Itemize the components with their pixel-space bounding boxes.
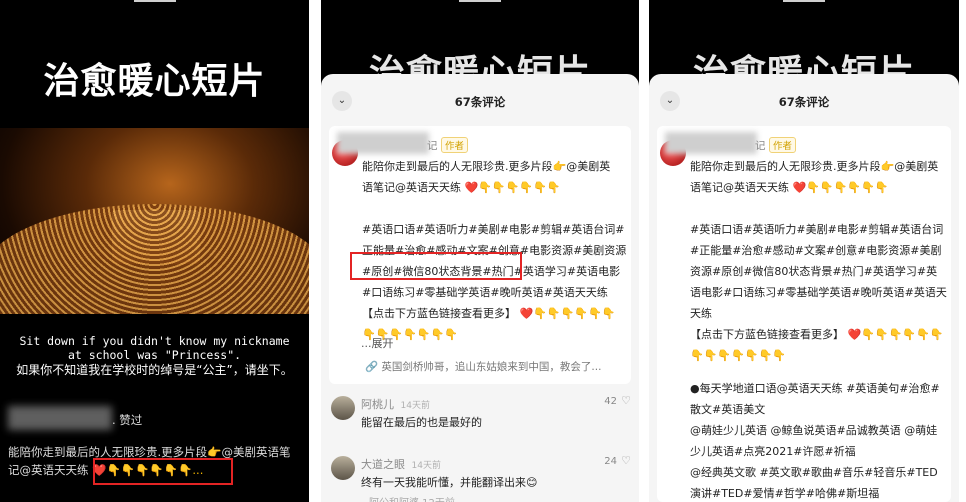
comment-sheet: ⌄ 67条评论 记 作者 能陪你走到最后的人无限珍贵.更多片段👉@美剧英 语笔记… [649, 74, 959, 502]
author-link-text[interactable]: 【点击下方蓝色链接查看更多】 [690, 328, 844, 341]
next-comment-partial: 阿公和阿婆 12天前 [369, 494, 455, 502]
author-badge: 作者 [769, 137, 797, 153]
comment-text: 能留在最后的也是最好的 [361, 416, 482, 429]
like-count: 24 [604, 456, 617, 467]
comment-item: 阿桃儿 14天前 能留在最后的也是最好的 42 ♡ [329, 394, 631, 446]
expanded-line-b[interactable]: @萌娃少儿英语 @鲸鱼说英语#品诚教英语 @萌娃少儿英语#点亮2021#许愿#祈… [690, 420, 947, 462]
comment-time: 14天前 [411, 461, 441, 471]
video-frame-2: 治愈暖心短片 ⌄ 67条评论 记 作者 能陪你走到最后的人无限珍贵.更多片段👉@… [321, 0, 639, 502]
subtitle-english: Sit down if you didn't know my nickname … [0, 334, 309, 362]
drag-handle[interactable] [783, 0, 825, 2]
comment-sheet-header: ⌄ 67条评论 [649, 74, 959, 130]
concert-crowd [0, 204, 309, 314]
expanded-line-a[interactable]: ●每天学地道口语@英语天天练 #英语美句#治愈#散文#英语美文 [690, 378, 947, 420]
caption-line2: 记@英语天天练 [8, 463, 89, 477]
author-badge: 作者 [441, 137, 469, 153]
author-line2: 语笔记@英语天天练 [362, 181, 461, 194]
comment-time: 14天前 [400, 401, 430, 411]
comment-text: 终有一天我能听懂，并能翻译出来😊 [361, 476, 538, 489]
concert-image [0, 128, 309, 314]
subtitle-english-line2: at school was "Princess". [67, 348, 242, 362]
author-line2: 语笔记@英语天天练 [690, 181, 789, 194]
heart-icon[interactable]: ♡ [621, 454, 631, 467]
comment-author[interactable]: 阿桃儿 14天前 [361, 396, 430, 412]
liked-label: . 赞过 [112, 413, 143, 427]
video-frame-1: 治愈暖心短片 Sit down if you didn't know my ni… [0, 0, 309, 502]
author-line2-row: 语笔记@英语天天练 ❤️👇👇👇👇👇👇 [362, 177, 627, 198]
heart-icon[interactable]: ♡ [621, 394, 631, 407]
blurred-username [8, 406, 112, 430]
avatar[interactable] [331, 396, 355, 420]
author-line2-row: 语笔记@英语天天练 ❤️👇👇👇👇👇👇 [690, 177, 947, 198]
highlight-box [93, 458, 233, 485]
like-count: 42 [604, 396, 617, 407]
comment-sheet-header: ⌄ 67条评论 [321, 74, 639, 130]
comment-author[interactable]: 大道之眼 14天前 [361, 456, 441, 472]
comment-count: 67条评论 [778, 95, 830, 109]
author-name-tail: 记 [755, 140, 766, 152]
linked-video-preview[interactable]: 🔗 英国剑桥帅哥，追山东姑娘来到中国，教会了... [365, 359, 627, 374]
comment-author-name[interactable]: 阿桃儿 [361, 398, 394, 411]
drag-handle[interactable] [459, 0, 501, 2]
author-link-row: 【点击下方蓝色链接查看更多】 ❤️👇👇👇👇👇👇👇👇👇👇👇👇👇 [690, 324, 947, 366]
author-line1: 能陪你走到最后的人无限珍贵.更多片段👉@美剧英 [362, 160, 611, 173]
video-frame-3: 治愈暖心短片 ⌄ 67条评论 记 作者 能陪你走到最后的人无限珍贵.更多片段👉@… [649, 0, 959, 502]
author-comment-card: 记 作者 能陪你走到最后的人无限珍贵.更多片段👉@美剧英 语笔记@英语天天练 ❤… [657, 126, 951, 502]
blurred-author-name [337, 132, 429, 154]
blurred-author-name [665, 132, 757, 154]
author-line2-hands: ❤️👇👇👇👇👇👇 [792, 181, 889, 194]
comment-sheet: ⌄ 67条评论 记 作者 能陪你走到最后的人无限珍贵.更多片段👉@美剧英 语笔记… [321, 74, 639, 502]
author-line1: 能陪你走到最后的人无限珍贵.更多片段👉@美剧英 [690, 160, 939, 173]
drag-handle[interactable] [133, 0, 176, 2]
author-link-text[interactable]: 【点击下方蓝色链接查看更多】 [362, 307, 516, 320]
author-link-row: 【点击下方蓝色链接查看更多】 ❤️👇👇👇👇👇👇👇👇👇👇👇👇👇 [362, 303, 627, 345]
highlight-box [350, 252, 522, 280]
author-tags[interactable]: #英语口语#英语听力#美剧#电影#剪辑#英语台词#正能量#治愈#感动#文案#创意… [690, 219, 947, 324]
comment-item: 大道之眼 14天前 终有一天我能听懂，并能翻译出来😊 24 ♡ 阿公和阿婆 12… [329, 454, 631, 502]
avatar[interactable] [331, 456, 355, 480]
expand-button[interactable]: ...展开 [361, 335, 394, 351]
author-comment-text: 能陪你走到最后的人无限珍贵.更多片段👉@美剧英 语笔记@英语天天练 ❤️👇👇👇👇… [690, 156, 947, 366]
expanded-text: ●每天学地道口语@英语天天练 #英语美句#治愈#散文#英语美文 @萌娃少儿英语 … [690, 378, 947, 502]
author-comment-text: 能陪你走到最后的人无限珍贵.更多片段👉@美剧英 语笔记@英语天天练 ❤️👇👇👇👇… [362, 156, 627, 345]
comment-author-name[interactable]: 大道之眼 [361, 458, 405, 471]
video-title: 治愈暖心短片 [43, 61, 266, 102]
author-line2-hands: ❤️👇👇👇👇👇👇 [464, 181, 561, 194]
subtitle-english-line1: Sit down if you didn't know my nickname [19, 334, 290, 348]
expanded-line-c[interactable]: @经典英文歌 #英文歌#歌曲#音乐#轻音乐#TED演讲#TED#爱情#哲学#哈佛… [690, 462, 947, 502]
subtitle-chinese: 如果你不知道我在学校时的绰号是“公主”，请坐下。 [16, 363, 293, 377]
author-name-tail: 记 [427, 140, 438, 152]
comment-count: 67条评论 [454, 95, 506, 109]
